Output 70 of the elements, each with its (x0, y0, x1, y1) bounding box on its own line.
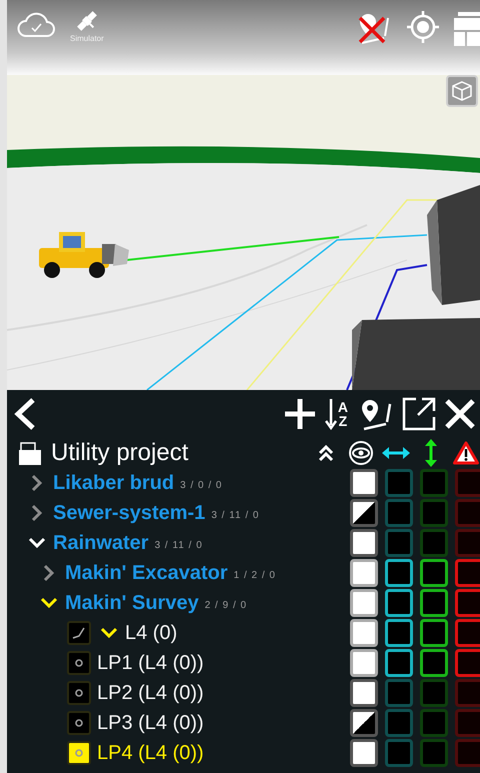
warning-toggle[interactable] (455, 559, 480, 587)
item-counts: 1 / 2 / 0 (234, 570, 276, 581)
item-counts: 3 / 11 / 0 (154, 540, 203, 551)
visibility-checkbox[interactable] (350, 649, 378, 677)
view-cube-button[interactable] (446, 75, 478, 107)
warning-icon[interactable] (452, 441, 480, 465)
warning-toggle[interactable] (455, 619, 480, 647)
visibility-checkbox[interactable] (350, 469, 378, 497)
folder-name[interactable]: Makin' Survey (65, 592, 199, 614)
visibility-checkbox[interactable] (350, 619, 378, 647)
horizontal-toggle[interactable] (385, 619, 413, 647)
horizontal-toggle[interactable] (385, 559, 413, 587)
project-folder-icon (19, 441, 41, 465)
warning-toggle[interactable] (455, 469, 480, 497)
vertical-toggle[interactable] (420, 589, 448, 617)
horizontal-arrow-icon[interactable] (382, 446, 410, 460)
project-title: Utility project (51, 439, 190, 467)
layer-name[interactable]: L4 (0) (125, 622, 178, 644)
sort-button[interactable]: A Z (324, 397, 348, 431)
point-name[interactable]: LP1 (L4 (0)) (97, 652, 204, 674)
horizontal-toggle[interactable] (385, 499, 413, 527)
warning-toggle[interactable] (455, 679, 480, 707)
vertical-toggle[interactable] (420, 649, 448, 677)
warning-toggle[interactable] (455, 589, 480, 617)
warning-toggle[interactable] (455, 529, 480, 557)
locate-target-icon[interactable] (406, 10, 440, 44)
add-button[interactable] (282, 397, 317, 431)
visibility-checkbox[interactable] (350, 709, 378, 737)
eye-icon[interactable] (347, 440, 375, 466)
item-counts: 3 / 0 / 0 (180, 480, 222, 491)
horizontal-toggle[interactable] (385, 469, 413, 497)
point-name[interactable]: LP2 (L4 (0)) (97, 682, 204, 704)
item-counts: 3 / 11 / 0 (211, 510, 260, 521)
horizontal-toggle[interactable] (385, 709, 413, 737)
visibility-checkbox[interactable] (350, 499, 378, 527)
export-button[interactable] (402, 397, 436, 431)
vertical-toggle[interactable] (420, 739, 448, 767)
vertical-toggle[interactable] (420, 529, 448, 557)
visibility-checkbox[interactable] (350, 739, 378, 767)
folder-name[interactable]: Likaber brud (53, 472, 174, 494)
visibility-checkbox[interactable] (350, 559, 378, 587)
point-name[interactable]: LP3 (L4 (0)) (97, 712, 204, 734)
gps-source-label: Simulator (70, 34, 104, 43)
folder-name[interactable]: Makin' Excavator (65, 562, 228, 584)
warning-toggle[interactable] (455, 739, 480, 767)
warning-toggle[interactable] (455, 709, 480, 737)
warning-toggle[interactable] (455, 499, 480, 527)
item-counts: 2 / 9 / 0 (204, 600, 248, 611)
warning-toggle[interactable] (455, 649, 480, 677)
horizontal-toggle[interactable] (385, 589, 413, 617)
vertical-toggle[interactable] (420, 619, 448, 647)
horizontal-toggle[interactable] (385, 739, 413, 767)
horizontal-toggle[interactable] (385, 649, 413, 677)
close-button[interactable] (444, 398, 476, 430)
horizontal-toggle[interactable] (385, 529, 413, 557)
folder-name[interactable]: Rainwater (53, 532, 149, 554)
horizontal-toggle[interactable] (385, 679, 413, 707)
vertical-toggle[interactable] (420, 679, 448, 707)
vertical-toggle[interactable] (420, 469, 448, 497)
vertical-toggle[interactable] (420, 709, 448, 737)
vertical-toggle[interactable] (420, 499, 448, 527)
visibility-checkbox[interactable] (350, 589, 378, 617)
vertical-toggle[interactable] (420, 559, 448, 587)
folder-name[interactable]: Sewer-system-1 (53, 502, 206, 524)
point-name[interactable]: LP4 (L4 (0)) (97, 742, 204, 764)
back-button[interactable] (13, 397, 37, 431)
cloud-check-icon[interactable] (16, 10, 56, 38)
visibility-checkbox[interactable] (350, 679, 378, 707)
visibility-checkbox[interactable] (350, 529, 378, 557)
layout-icon[interactable] (454, 10, 480, 46)
